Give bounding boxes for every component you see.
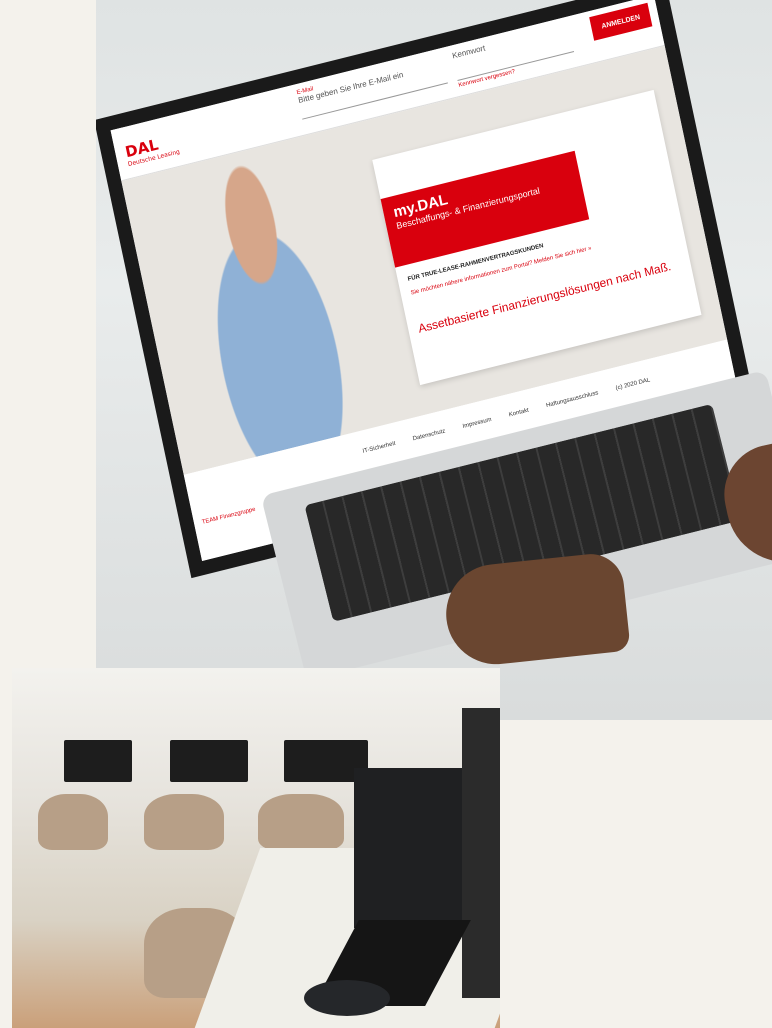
chair (144, 794, 224, 850)
footer-link[interactable]: Datenschutz (412, 428, 446, 442)
footer-link[interactable]: Kontakt (508, 408, 529, 419)
monitor (64, 740, 132, 782)
footer-link[interactable]: Impressum (462, 417, 492, 430)
man-with-glasses (150, 140, 386, 469)
portal-title-box: my.DAL Beschaffungs- & Finanzierungsport… (380, 150, 590, 268)
chair (258, 794, 344, 850)
computer-tower (354, 768, 462, 928)
footer-link[interactable]: Haftungsausschluss (546, 390, 599, 409)
monitor-side (462, 708, 500, 998)
footer-link[interactable]: IT-Sicherheit (362, 441, 396, 455)
computer-mouse (304, 980, 390, 1016)
login-button[interactable]: ANMELDEN (589, 2, 653, 41)
monitor (170, 740, 248, 782)
laptop-photo: DAL Deutsche Leasing E-Mail Bitte geben … (96, 0, 772, 720)
chair (38, 794, 108, 850)
copyright: (c) 2020 DAL (615, 377, 651, 392)
computer-lab-photo (12, 668, 500, 1028)
portal-card: my.DAL Beschaffungs- & Finanzierungsport… (372, 89, 702, 386)
sponsor-logos: TEAM Finanzgruppe (201, 506, 257, 526)
dal-logo: DAL Deutsche Leasing (123, 135, 181, 169)
